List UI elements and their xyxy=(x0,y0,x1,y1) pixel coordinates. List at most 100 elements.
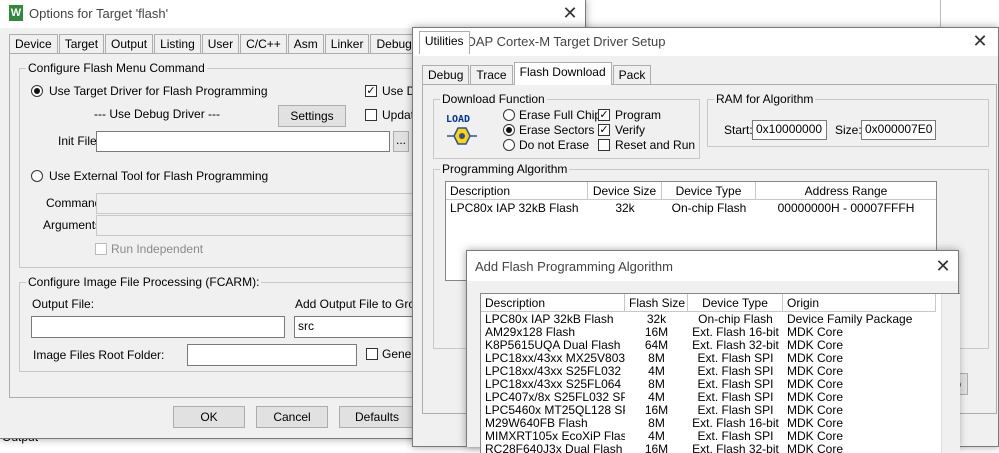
table-cell: LPC80x IAP 32kB Flash xyxy=(450,202,579,215)
table-cell: MDK Core xyxy=(787,365,844,378)
do-not-erase-radio[interactable] xyxy=(503,139,515,151)
column-header-flash-size[interactable]: Flash Size xyxy=(625,294,688,312)
table-cell: Ext. Flash SPI xyxy=(697,352,774,365)
table-cell: MDK Core xyxy=(787,326,844,339)
algorithm-list-rows: LPC80x IAP 32kB Flash 32k On-chip Flash Dev… xyxy=(481,313,936,453)
column-header-device-type[interactable]: Device Type xyxy=(688,294,783,312)
tab-output[interactable]: Output xyxy=(105,34,154,54)
ram-start-input[interactable]: 0x10000000 xyxy=(752,120,827,140)
table-row[interactable]: LPC407x/8x S25FL032 SPIFI 4M Ext. Flash SP… xyxy=(481,391,936,404)
table-cell: 8M xyxy=(648,352,665,365)
table-row[interactable]: K8P5615UQA Dual Flash 64M Ext. Flash 32-bi… xyxy=(481,339,936,352)
tab-listing[interactable]: Listing xyxy=(154,34,201,54)
reset-and-run-checkbox[interactable] xyxy=(598,139,610,151)
init-file-browse-button[interactable]: ... xyxy=(393,131,409,152)
cancel-button[interactable]: Cancel xyxy=(256,406,328,428)
column-header-origin[interactable]: Origin xyxy=(783,294,936,312)
column-header-device-size[interactable]: Device Size xyxy=(588,182,662,200)
column-header-address-range[interactable]: Address Range xyxy=(756,182,936,200)
table-cell: MDK Core xyxy=(787,417,844,430)
tab-linker[interactable]: Linker xyxy=(324,34,370,54)
table-cell: On-chip Flash xyxy=(698,313,773,326)
column-header-description[interactable]: Description xyxy=(446,182,588,200)
programming-algorithm-rows: LPC80x IAP 32kB Flash 32k On-chip Flash … xyxy=(446,202,936,215)
tab-debug[interactable]: Debug xyxy=(422,65,470,85)
close-icon[interactable]: ✕ xyxy=(970,31,990,51)
erase-sectors-radio[interactable] xyxy=(503,124,515,136)
ram-for-algorithm-group-title: RAM for Algorithm xyxy=(714,92,816,106)
defaults-button[interactable]: Defaults xyxy=(339,406,415,428)
ok-button[interactable]: OK xyxy=(173,406,245,428)
column-header-device-type[interactable]: Device Type xyxy=(662,182,756,200)
ram-size-label: Size: xyxy=(835,123,862,137)
table-cell: LPC18xx/43xx MX25V8035F... xyxy=(485,352,625,365)
table-cell: LPC18xx/43xx S25FL064 SP... xyxy=(485,378,625,391)
arguments-input[interactable] xyxy=(96,215,426,236)
tab-user[interactable]: User xyxy=(201,34,240,54)
table-cell: LPC18xx/43xx S25FL032 SP... xyxy=(485,365,625,378)
ram-size-input[interactable]: 0x000007E0 xyxy=(861,120,936,140)
table-cell: LPC407x/8x S25FL032 SPIFI xyxy=(485,391,625,404)
table-row[interactable]: LPC18xx/43xx S25FL032 SP... 4M Ext. Flash … xyxy=(481,365,936,378)
tab-device[interactable]: Device xyxy=(9,34,58,54)
tab-c-cpp[interactable]: C/C++ xyxy=(240,34,287,54)
image-processing-group-title: Configure Image File Processing (FCARM): xyxy=(26,275,262,289)
options-titlebar[interactable]: W Options for Target 'flash' ✕ xyxy=(0,0,585,28)
table-cell: LPC5460x MT25QL128 SPIFI xyxy=(485,404,625,417)
cmsis-titlebar[interactable]: CMSIS-DAP Cortex-M Target Driver Setup ✕ xyxy=(413,28,998,56)
use-external-tool-label: Use External Tool for Flash Programming xyxy=(49,169,269,183)
table-row[interactable]: RC28F640J3x Dual Flash 16M Ext. Flash 32-b… xyxy=(481,443,936,453)
table-cell: MDK Core xyxy=(787,352,844,365)
keil-app-icon: W xyxy=(9,5,23,21)
table-row[interactable]: LPC80x IAP 32kB Flash 32k On-chip Flash Dev… xyxy=(481,313,936,326)
table-row[interactable]: MIMXRT105x EcoXiP Flash 4M Ext. Flash SPI M… xyxy=(481,430,936,443)
tab-asm[interactable]: Asm xyxy=(287,34,324,54)
tab-utilities[interactable]: Utilities xyxy=(418,31,470,54)
add-algorithm-titlebar[interactable]: Add Flash Programming Algorithm ✕ xyxy=(467,251,958,281)
close-icon[interactable]: ✕ xyxy=(560,3,580,23)
table-cell: Ext. Flash SPI xyxy=(697,378,774,391)
table-cell: MDK Core xyxy=(787,404,844,417)
table-cell: 16M xyxy=(644,443,669,453)
table-row[interactable]: LPC18xx/43xx S25FL064 SP... 8M Ext. Flash … xyxy=(481,378,936,391)
run-independent-label: Run Independent xyxy=(111,242,204,256)
table-cell: Ext. Flash 16-bit xyxy=(692,326,779,339)
generate-checkbox[interactable] xyxy=(366,348,378,360)
use-external-tool-radio[interactable] xyxy=(31,170,43,182)
table-cell: MIMXRT105x EcoXiP Flash xyxy=(485,430,625,443)
algorithm-list-scrollbar[interactable] xyxy=(941,294,960,453)
table-cell: On-chip Flash xyxy=(671,202,747,215)
use-debug-checkbox[interactable]: ✓ xyxy=(365,85,377,97)
tab-pack[interactable]: Pack xyxy=(612,65,652,85)
table-cell: 4M xyxy=(648,365,665,378)
table-row[interactable]: LPC5460x MT25QL128 SPIFI 16M Ext. Flash SP… xyxy=(481,404,936,417)
verify-checkbox[interactable]: ✓ xyxy=(598,124,610,136)
command-input[interactable] xyxy=(96,193,426,214)
table-row[interactable]: LPC18xx/43xx MX25V8035F... 8M Ext. Flash S… xyxy=(481,352,936,365)
tab-target[interactable]: Target xyxy=(58,34,105,54)
tab-debug[interactable]: Debug xyxy=(370,34,418,54)
table-cell: K8P5615UQA Dual Flash xyxy=(485,339,621,352)
table-cell: 16M xyxy=(644,404,669,417)
table-cell: LPC80x IAP 32kB Flash xyxy=(485,313,614,326)
tab-trace[interactable]: Trace xyxy=(470,65,513,85)
use-target-driver-radio[interactable] xyxy=(31,85,43,97)
image-root-folder-input[interactable] xyxy=(187,344,357,366)
output-file-input[interactable] xyxy=(31,316,285,338)
run-independent-checkbox[interactable] xyxy=(95,243,107,255)
table-row[interactable]: M29W640FB Flash 8M Ext. Flash 16-bit MDK Co… xyxy=(481,417,936,430)
close-icon[interactable]: ✕ xyxy=(933,256,953,276)
table-cell: Device Family Package xyxy=(787,313,913,326)
table-row[interactable]: LPC80x IAP 32kB Flash 32k On-chip Flash … xyxy=(446,202,936,215)
algorithm-list[interactable]: Description Flash Size Device Type Origi… xyxy=(480,293,960,453)
update-checkbox[interactable] xyxy=(365,109,377,121)
erase-full-chip-radio[interactable] xyxy=(503,109,515,121)
table-cell: 8M xyxy=(648,417,665,430)
settings-button[interactable]: Settings xyxy=(278,105,346,127)
tab-flash-download[interactable]: Flash Download xyxy=(513,62,612,85)
init-file-input[interactable] xyxy=(96,131,390,152)
program-checkbox[interactable]: ✓ xyxy=(598,109,610,121)
column-header-description[interactable]: Description xyxy=(481,294,625,312)
table-row[interactable]: AM29x128 Flash 16M Ext. Flash 16-bit MDK Co… xyxy=(481,326,936,339)
table-cell: 32k xyxy=(615,202,635,215)
